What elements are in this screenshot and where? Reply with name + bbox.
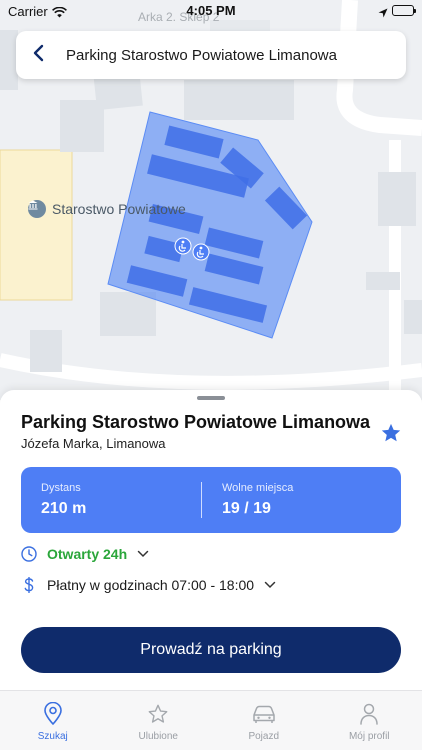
star-outline-icon [145,701,171,727]
person-icon [356,701,382,727]
back-button[interactable] [16,31,60,79]
dollar-icon [21,577,37,593]
landmark-icon [28,200,46,218]
tab-bar: Szukaj Ulubione Pojazd Mój profil [0,690,422,750]
clock-label: 4:05 PM [186,3,236,18]
clock-icon [21,546,37,562]
tab-profile[interactable]: Mój profil [317,691,422,750]
favorite-button[interactable] [376,420,406,450]
parking-address: Józefa Marka, Limanowa [21,436,166,451]
payment-hours-text: Płatny w godzinach 07:00 - 18:00 [47,577,255,593]
header-title: Parking Starostwo Powiatowe Limanowa [66,46,337,64]
tab-favorites[interactable]: Ulubione [106,691,212,750]
status-bar: Carrier 4:05 PM [0,0,422,22]
parking-details-sheet: Parking Starostwo Powiatowe Limanowa Józ… [0,390,422,690]
location-pin-icon [40,701,66,727]
sheet-grabber[interactable] [197,396,225,400]
distance-value: 210 m [41,500,87,517]
header-bar: Parking Starostwo Powiatowe Limanowa [16,31,406,79]
free-spots-block: Wolne miejsca 19 / 19 [222,482,293,518]
opening-hours-row[interactable]: Otwarty 24h [21,546,149,562]
poi-marker[interactable]: Starostwo Powiatowe [28,200,186,218]
opening-status: Otwarty 24h [47,546,128,562]
free-spots-value: 19 / 19 [222,500,271,517]
battery-icon [392,5,416,16]
tab-favorites-label: Ulubione [138,731,178,742]
distance-label: Dystans [41,482,81,494]
car-icon [251,701,277,727]
parking-info-card: Dystans 210 m Wolne miejsca 19 / 19 [21,467,401,533]
parking-title: Parking Starostwo Powiatowe Limanowa [21,412,371,432]
chevron-left-icon [32,44,44,67]
chevron-down-icon [264,581,276,589]
tab-vehicle[interactable]: Pojazd [211,691,317,750]
free-spots-label: Wolne miejsca [222,482,294,494]
tab-search-label: Szukaj [37,731,68,742]
distance-block: Dystans 210 m [41,482,86,518]
chevron-down-icon [137,550,149,558]
location-arrow-icon [378,5,388,23]
tab-vehicle-label: Pojazd [248,731,280,742]
star-icon [380,422,402,449]
payment-hours-row[interactable]: Płatny w godzinach 07:00 - 18:00 [21,577,276,593]
info-divider [201,482,202,518]
poi-label: Starostwo Powiatowe [52,201,186,217]
tab-search[interactable]: Szukaj [0,691,106,750]
tab-profile-label: Mój profil [348,731,390,742]
navigate-to-parking-button[interactable]: Prowadź na parking [21,627,401,673]
